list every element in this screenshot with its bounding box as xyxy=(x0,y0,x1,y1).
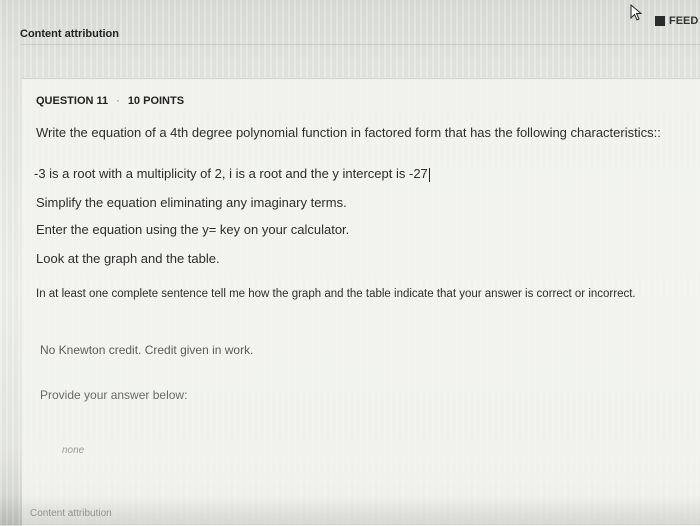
prompt-line-4: Enter the equation using the y= key on y… xyxy=(36,222,350,237)
flag-icon xyxy=(655,16,665,26)
feedback-label: FEED xyxy=(669,15,699,27)
answer-prompt: Provide your answer below: xyxy=(40,388,188,402)
credit-note: No Knewton credit. Credit given in work. xyxy=(40,343,254,357)
feedback-button[interactable]: FEED xyxy=(655,12,698,30)
answer-value[interactable]: none xyxy=(62,445,84,456)
prompt-line-2-text: -3 is a root with a multiplicity of 2, i… xyxy=(34,166,428,181)
footer-content-attribution[interactable]: Content attribution xyxy=(30,508,112,519)
question-number: QUESTION 11 xyxy=(36,95,109,107)
mouse-pointer-icon xyxy=(630,4,643,21)
content-attribution-link[interactable]: Content attribution xyxy=(20,28,119,40)
header-separator: · xyxy=(116,95,120,107)
prompt-line-6: In at least one complete sentence tell m… xyxy=(36,288,636,300)
prompt-line-2: -3 is a root with a multiplicity of 2, i… xyxy=(34,166,430,182)
text-cursor xyxy=(428,167,430,182)
question-header: QUESTION 11 · 10 POINTS xyxy=(36,95,184,107)
prompt-line-3: Simplify the equation eliminating any im… xyxy=(36,195,347,210)
prompt-line-5: Look at the graph and the table. xyxy=(36,251,220,266)
prompt-line-1: Write the equation of a 4th degree polyn… xyxy=(36,125,661,140)
question-points: 10 POINTS xyxy=(127,95,185,107)
header-divider xyxy=(20,44,700,45)
question-card: QUESTION 11 · 10 POINTS Write the equati… xyxy=(22,78,700,526)
